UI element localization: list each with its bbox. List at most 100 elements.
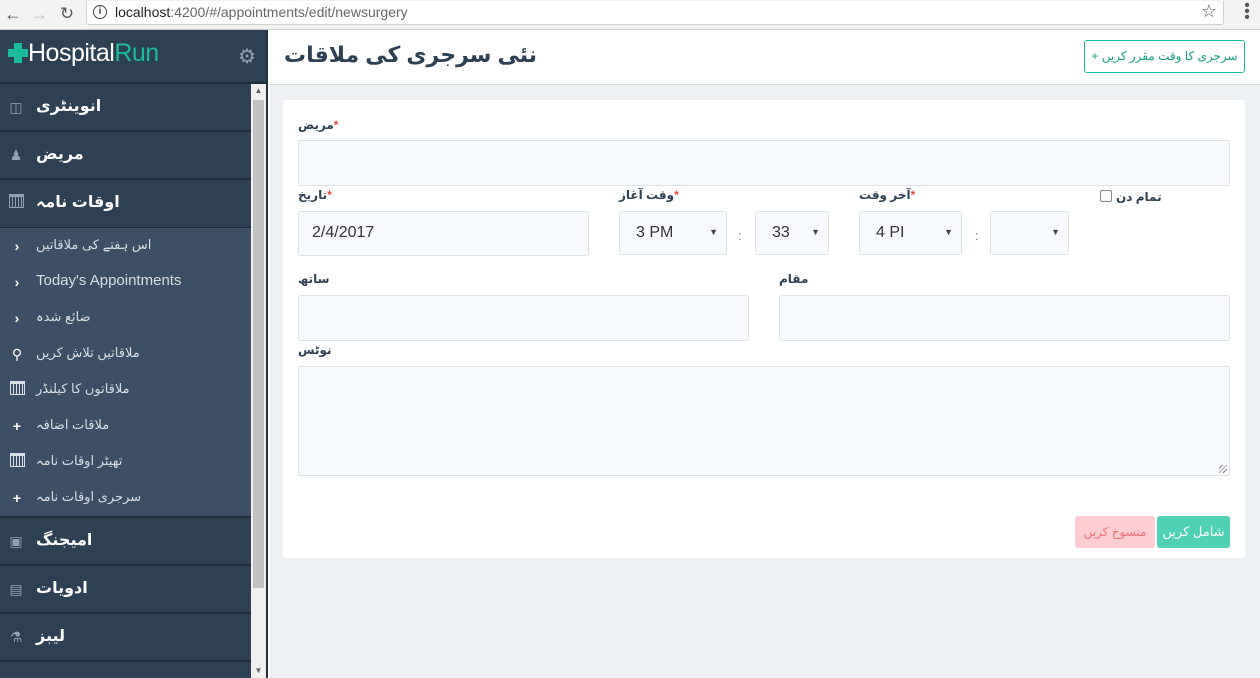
date-value: 2/4/2017 — [312, 224, 375, 241]
sidebar-menu: ◫ انوینٹری ♟ مریض اوقات نامہ › اس ہفتے ک… — [0, 84, 251, 678]
address-bar[interactable]: i localhost:4200/#/appointments/edit/new… — [86, 1, 1224, 25]
plus-icon: + — [12, 418, 22, 434]
sidebar-item-label: انوینٹری — [36, 98, 102, 115]
scroll-down-icon[interactable]: ▼ — [251, 664, 266, 678]
sidebar-subitem-label: اس ہفتے کی ملاقاتیں — [36, 237, 152, 252]
chevron-down-icon: ▼ — [709, 227, 718, 237]
kebab-menu-icon[interactable]: • • • — [1244, 0, 1250, 26]
search-icon: ⚲ — [11, 346, 23, 362]
patients-icon: ♟ — [9, 147, 23, 163]
camera-icon: ▣ — [9, 533, 23, 549]
browser-toolbar: ← → ↻ i localhost:4200/#/appointments/ed… — [0, 0, 1260, 30]
sidebar-subitem-label: تھیٹر اوقات نامہ — [36, 453, 123, 468]
resize-handle-icon[interactable] — [1219, 465, 1227, 473]
sidebar-subitem-add-appointment[interactable]: + ملاقات اضافہ — [0, 408, 251, 444]
start-minute-select[interactable]: 33 ▼ — [755, 211, 829, 255]
sidebar-item-more[interactable] — [0, 662, 251, 678]
location-label: مقام — [779, 272, 809, 286]
bookmark-star-icon[interactable]: ☆ — [1201, 1, 1217, 22]
sidebar: HospitalRun ⚙ ◫ انوینٹری ♟ مریض اوقات نا… — [0, 30, 268, 678]
chevron-right-icon: › — [14, 310, 20, 326]
sidebar-subitem-label: Today's Appointments — [36, 272, 182, 289]
add-button[interactable]: شامل کریں — [1157, 516, 1230, 548]
date-label-text: تاریخ — [298, 188, 328, 202]
start-hour-value: 3 PM — [636, 224, 674, 241]
end-minute-select[interactable]: ▼ — [990, 211, 1069, 255]
notes-label: نوٹس — [298, 343, 332, 357]
sidebar-item-scheduling[interactable]: اوقات نامہ — [0, 180, 251, 228]
chevron-down-icon: ▼ — [1051, 227, 1060, 237]
inventory-box-icon: ◫ — [9, 99, 23, 115]
sidebar-submenu: › اس ہفتے کی ملاقاتیں › Today's Appointm… — [0, 228, 251, 518]
with-input[interactable] — [298, 295, 749, 341]
end-hour-value: 4 PI — [876, 224, 905, 241]
all-day-checkbox[interactable] — [1100, 190, 1112, 202]
sidebar-subitem-surgery-schedule[interactable]: + سرجری اوقات نامہ — [0, 480, 251, 516]
sidebar-subitem-label: ضائع شدہ — [36, 309, 91, 324]
page-title: نئی سرجری کی ملاقات — [284, 42, 538, 67]
sidebar-subitem-calendar[interactable]: ملاقاتوں کا کیلنڈر — [0, 372, 251, 408]
sidebar-scrollbar[interactable]: ▲ ▼ — [251, 84, 266, 678]
sidebar-subitem-today[interactable]: › Today's Appointments — [0, 264, 251, 300]
sidebar-subitem-search[interactable]: ⚲ ملاقاتیں تلاش کریں — [0, 336, 251, 372]
sidebar-item-label: مریض — [36, 146, 84, 163]
sidebar-item-inventory[interactable]: ◫ انوینٹری — [0, 84, 251, 132]
main-content: نئی سرجری کی ملاقات سرجری کا وقت مقرر کر… — [270, 30, 1260, 678]
date-label: تاریخ* — [298, 188, 332, 202]
end-hour-select[interactable]: 4 PI ▼ — [859, 211, 962, 255]
hospital-plus-icon — [8, 43, 28, 63]
calendar-icon — [7, 194, 25, 212]
required-mark: * — [333, 118, 339, 132]
chevron-down-icon: ▼ — [944, 227, 953, 237]
sidebar-item-labs[interactable]: ⚗ لیبز — [0, 614, 251, 662]
calendar-icon — [9, 453, 25, 471]
sidebar-subitem-missed[interactable]: › ضائع شدہ — [0, 300, 251, 336]
gear-icon[interactable]: ⚙ — [238, 44, 256, 69]
chevron-down-icon: ▼ — [811, 227, 820, 237]
chevron-right-icon: › — [14, 238, 20, 254]
url-text[interactable]: localhost:4200/#/appointments/edit/newsu… — [115, 4, 408, 20]
all-day-label: تمام دن — [1116, 190, 1162, 204]
reload-icon[interactable]: ↻ — [56, 2, 78, 26]
start-time-label-text: وقت آغاز — [619, 188, 675, 202]
patient-label-text: مریض — [298, 118, 334, 132]
sidebar-subitem-label: ملاقات اضافہ — [36, 417, 110, 432]
required-mark: * — [327, 188, 332, 202]
back-arrow-icon[interactable]: ← — [2, 2, 24, 26]
logo[interactable]: HospitalRun — [28, 39, 159, 68]
sidebar-item-imaging[interactable]: ▣ امیجنگ — [0, 518, 251, 566]
microscope-icon: ⚗ — [9, 629, 23, 645]
end-time-label: آخر وقت* — [859, 188, 915, 202]
appointment-form: مریض* تاریخ* 2/4/2017 وقت آغاز* 3 PM ▼ : … — [283, 100, 1245, 558]
time-separator: : — [975, 228, 979, 243]
sidebar-subitem-theater-schedule[interactable]: تھیٹر اوقات نامہ — [0, 444, 251, 480]
required-mark: * — [674, 188, 679, 202]
chevron-right-icon: › — [14, 274, 20, 290]
sidebar-item-patients[interactable]: ♟ مریض — [0, 132, 251, 180]
date-input[interactable]: 2/4/2017 — [298, 211, 589, 256]
cancel-button[interactable]: منسوخ کریں — [1075, 516, 1155, 548]
required-mark: * — [910, 188, 916, 202]
location-input[interactable] — [779, 295, 1230, 341]
sidebar-item-label: امیجنگ — [36, 532, 93, 549]
sidebar-item-label: اوقات نامہ — [36, 194, 120, 211]
url-path: :4200/#/appointments/edit/newsurgery — [170, 4, 408, 20]
new-surgery-button[interactable]: سرجری کا وقت مقرر کریں + — [1084, 40, 1245, 73]
page-header: نئی سرجری کی ملاقات سرجری کا وقت مقرر کر… — [270, 30, 1260, 85]
forward-arrow-icon[interactable]: → — [28, 2, 50, 26]
start-hour-select[interactable]: 3 PM ▼ — [619, 211, 727, 255]
plus-icon: + — [12, 490, 22, 506]
scroll-up-icon[interactable]: ▲ — [251, 84, 266, 98]
scrollbar-thumb[interactable] — [253, 100, 264, 588]
sidebar-subitem-this-week[interactable]: › اس ہفتے کی ملاقاتیں — [0, 228, 251, 264]
patient-input[interactable] — [298, 140, 1230, 186]
end-time-label-text: آخر وقت — [859, 188, 911, 202]
logo-hospital: Hospital — [28, 39, 115, 67]
notes-textarea[interactable] — [298, 366, 1230, 476]
calendar-icon — [9, 381, 25, 399]
site-info-icon[interactable]: i — [93, 5, 107, 19]
sidebar-subitem-label: سرجری اوقات نامہ — [36, 489, 142, 504]
document-icon: ▤ — [9, 581, 23, 597]
start-minute-value: 33 — [772, 224, 790, 241]
sidebar-item-medication[interactable]: ▤ ادویات — [0, 566, 251, 614]
